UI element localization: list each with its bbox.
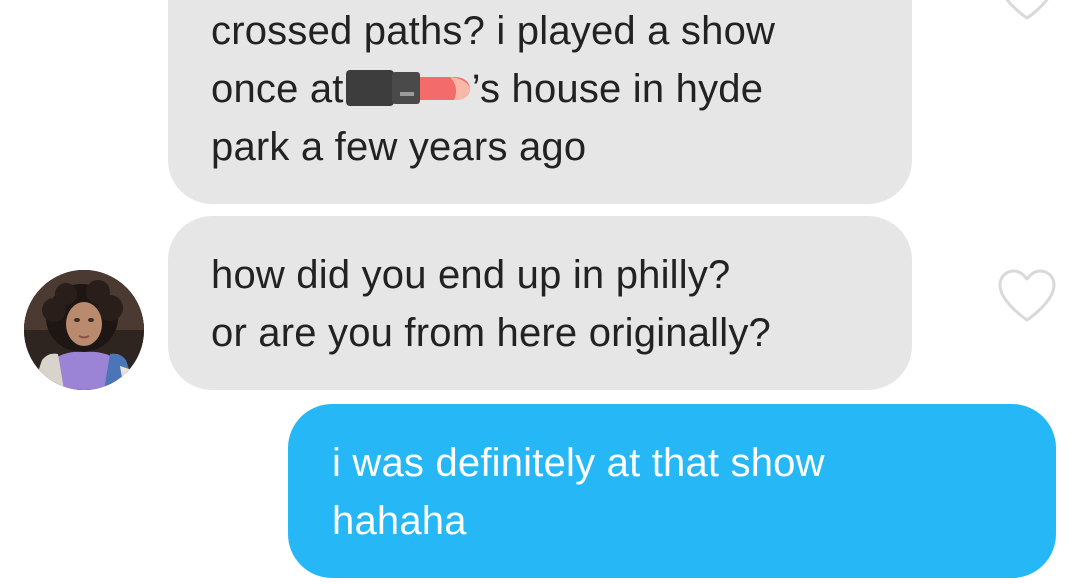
- heart-outline-icon[interactable]: [996, 268, 1058, 324]
- message-text-line: i was definitely at that show: [332, 441, 825, 485]
- heart-outline-icon[interactable]: [996, 0, 1058, 22]
- message-text-line: how did you end up in philly?: [211, 253, 731, 297]
- message-text-line: or are you from here originally?: [211, 311, 771, 355]
- incoming-message-bubble: crossed paths? i played a show once at ’…: [168, 0, 912, 204]
- message-text-line: hahaha: [332, 499, 467, 543]
- contact-avatar[interactable]: [24, 270, 144, 390]
- message-text-line: crossed paths? i played a show: [211, 9, 776, 53]
- message-text-line: once at ’s house in hyde: [211, 60, 912, 118]
- message-text-fragment: once at: [211, 67, 344, 111]
- message-text-line: park a few years ago: [211, 125, 587, 169]
- outgoing-message-bubble: i was definitely at that show hahaha: [288, 404, 1056, 578]
- message-text-fragment: ’s house in hyde: [471, 67, 764, 111]
- lipstick-sticker: [345, 66, 472, 106]
- incoming-message-bubble: how did you end up in philly? or are you…: [168, 216, 912, 390]
